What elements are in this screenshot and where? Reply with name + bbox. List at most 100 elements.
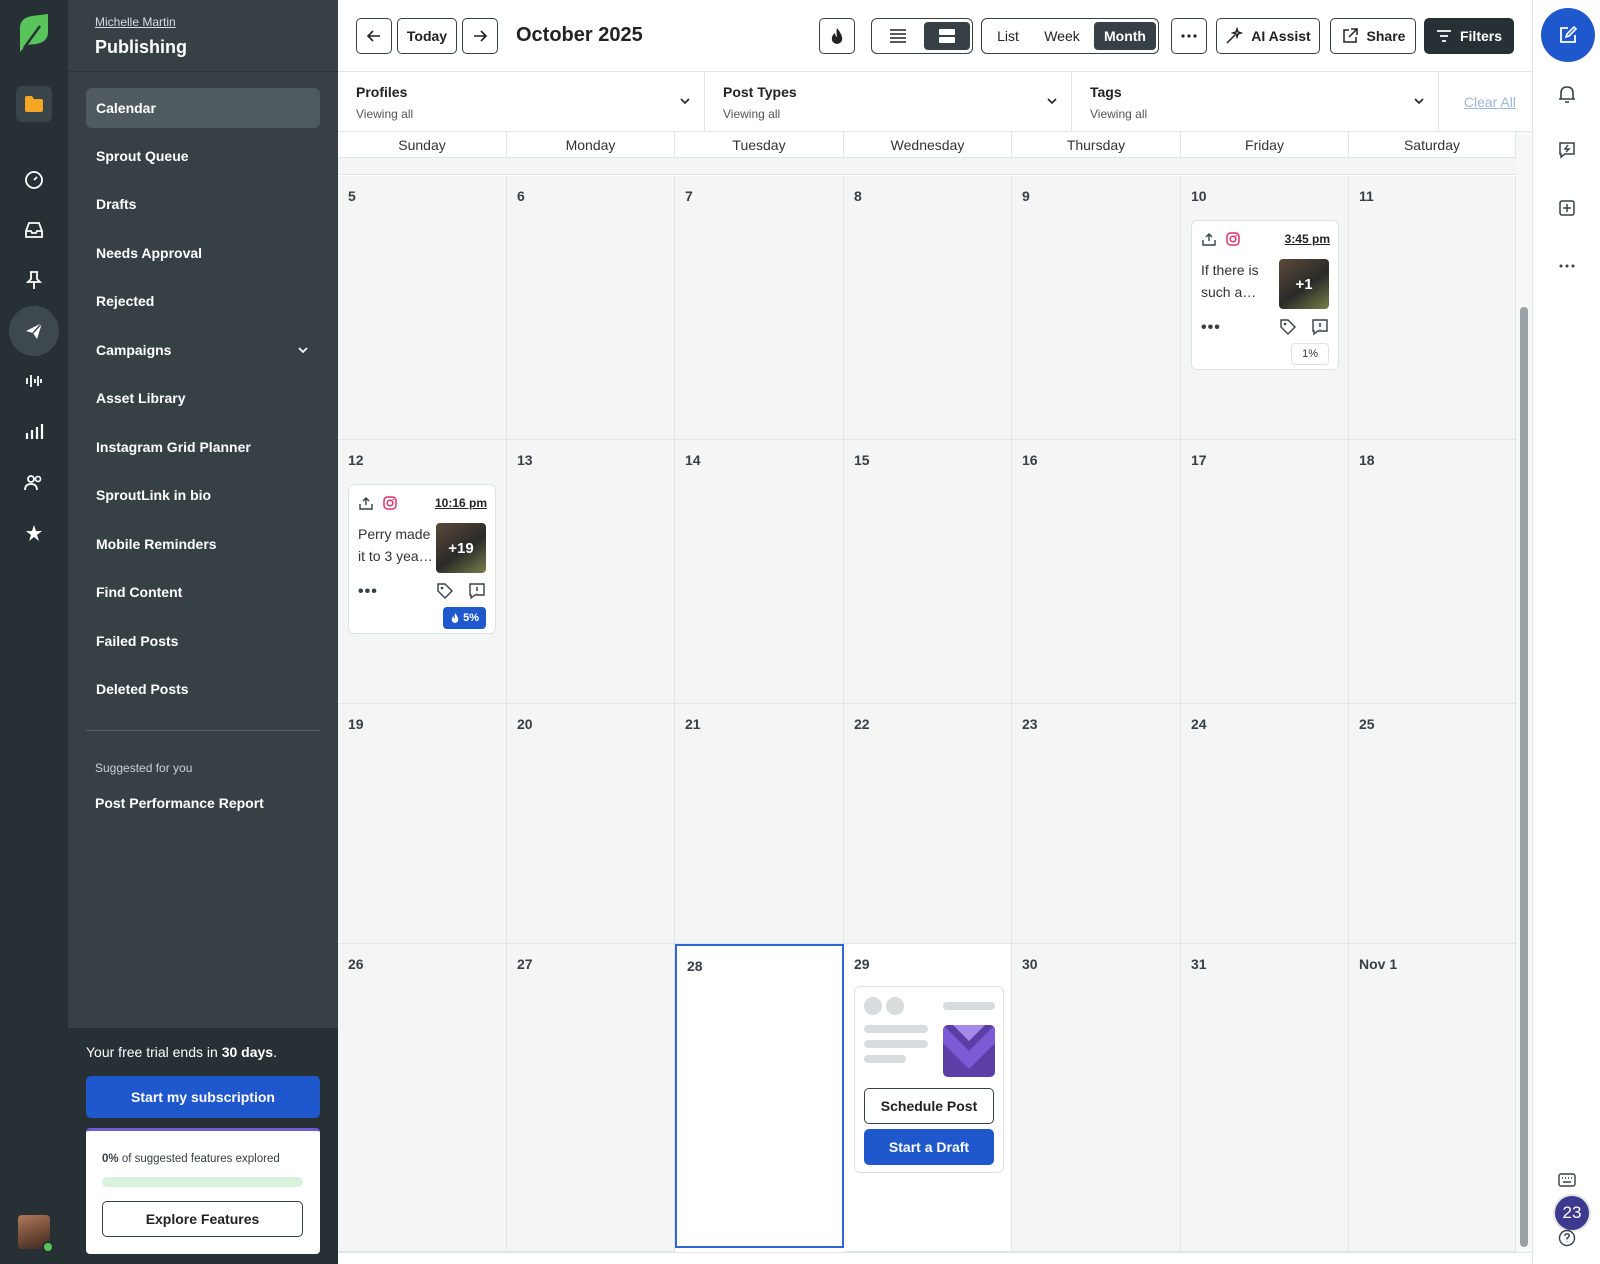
more-options-button[interactable]: [1171, 18, 1207, 54]
star-review-icon[interactable]: [9, 508, 59, 558]
optimal-times-button[interactable]: [819, 18, 855, 54]
view-month-tab[interactable]: Month: [1094, 22, 1156, 50]
folder-icon[interactable]: [16, 86, 52, 122]
weekday-label: Friday: [1181, 132, 1349, 158]
day-cell[interactable]: 16: [1012, 440, 1181, 704]
sidebar-item-sproutlink[interactable]: SproutLink in bio: [86, 475, 320, 515]
sidebar-item-deleted-posts[interactable]: Deleted Posts: [86, 669, 320, 709]
inbox-icon[interactable]: [9, 205, 59, 255]
day-cell[interactable]: 19: [338, 704, 507, 944]
day-cell[interactable]: 7: [675, 176, 844, 440]
keyboard-icon[interactable]: [1555, 1168, 1579, 1192]
post-types-filter[interactable]: Post Types Viewing all: [705, 72, 1072, 132]
post-card[interactable]: 10:16 pm Perry made it to 3 yea… +19 •••…: [348, 484, 496, 634]
add-task-icon[interactable]: [1555, 196, 1579, 220]
day-cell[interactable]: 21: [675, 704, 844, 944]
sidebar-item-post-performance-report[interactable]: Post Performance Report: [95, 795, 264, 811]
day-cell[interactable]: 14: [675, 440, 844, 704]
post-card[interactable]: 3:45 pm If there is such a… +1 ••• 1%: [1191, 220, 1339, 370]
compact-view-button[interactable]: [876, 22, 920, 50]
post-time[interactable]: 3:45 pm: [1285, 232, 1330, 246]
post-media-thumbnail[interactable]: +1: [1279, 259, 1329, 309]
feedback-icon[interactable]: [1555, 138, 1579, 162]
profiles-filter[interactable]: Profiles Viewing all: [338, 72, 705, 132]
schedule-post-button[interactable]: Schedule Post: [864, 1088, 994, 1124]
notification-badge[interactable]: 23: [1555, 1196, 1589, 1230]
day-cell[interactable]: 26: [338, 944, 507, 1252]
tag-icon[interactable]: [1279, 318, 1297, 336]
day-cell[interactable]: 10 3:45 pm If there is such a… +1 ••• 1%: [1181, 176, 1349, 440]
day-cell[interactable]: 18: [1349, 440, 1516, 704]
day-cell[interactable]: 30: [1012, 944, 1181, 1252]
pin-icon[interactable]: [9, 255, 59, 305]
people-icon[interactable]: [9, 458, 59, 508]
help-icon[interactable]: [1555, 1226, 1579, 1250]
sidebar-item-failed-posts[interactable]: Failed Posts: [86, 621, 320, 661]
audio-wave-icon[interactable]: [9, 356, 59, 406]
sidebar-item-calendar[interactable]: Calendar: [86, 88, 320, 128]
sidebar-item-needs-approval[interactable]: Needs Approval: [86, 233, 320, 273]
day-cell[interactable]: 8: [844, 176, 1012, 440]
sidebar-item-drafts[interactable]: Drafts: [86, 184, 320, 224]
more-icon[interactable]: [1555, 254, 1579, 278]
sprout-logo-icon[interactable]: [16, 14, 52, 54]
day-cell[interactable]: 22: [844, 704, 1012, 944]
today-cell[interactable]: 28: [675, 944, 844, 1248]
share-button[interactable]: Share: [1330, 18, 1416, 54]
comment-icon[interactable]: [1311, 318, 1329, 336]
ai-assist-button[interactable]: AI Assist: [1216, 18, 1320, 54]
bell-icon[interactable]: [1555, 82, 1579, 106]
view-week-tab[interactable]: Week: [1034, 22, 1090, 50]
day-cell[interactable]: 23: [1012, 704, 1181, 944]
post-time[interactable]: 10:16 pm: [435, 496, 487, 510]
day-cell[interactable]: Nov 1: [1349, 944, 1516, 1252]
day-cell[interactable]: 29 Schedule Post Start a Draft: [844, 944, 1012, 1252]
start-draft-button[interactable]: Start a Draft: [864, 1129, 994, 1165]
day-cell[interactable]: 11: [1349, 176, 1516, 440]
sidebar-item-rejected[interactable]: Rejected: [86, 281, 320, 321]
bar-chart-icon[interactable]: [9, 407, 59, 457]
day-cell[interactable]: 25: [1349, 704, 1516, 944]
tag-icon[interactable]: [436, 582, 454, 600]
next-month-button[interactable]: [462, 18, 498, 54]
filters-button[interactable]: Filters: [1424, 18, 1514, 54]
post-more-button[interactable]: •••: [358, 583, 378, 601]
day-cell[interactable]: 5: [338, 176, 507, 440]
user-name-link[interactable]: Michelle Martin: [95, 15, 176, 29]
view-list-tab[interactable]: List: [986, 22, 1030, 50]
today-button[interactable]: Today: [397, 18, 457, 54]
gauge-icon[interactable]: [9, 155, 59, 205]
tags-filter[interactable]: Tags Viewing all: [1072, 72, 1439, 132]
prev-month-button[interactable]: [356, 18, 392, 54]
day-cell[interactable]: 20: [507, 704, 675, 944]
start-subscription-button[interactable]: Start my subscription: [86, 1076, 320, 1118]
day-cell[interactable]: 9: [1012, 176, 1181, 440]
post-more-button[interactable]: •••: [1201, 319, 1221, 337]
sidebar-divider: [86, 730, 320, 731]
day-cell[interactable]: 31: [1181, 944, 1349, 1252]
explore-features-button[interactable]: Explore Features: [102, 1201, 303, 1237]
calendar-scrollbar[interactable]: [1516, 132, 1532, 1252]
sidebar-item-campaigns[interactable]: Campaigns: [86, 330, 320, 370]
sidebar-item-instagram-grid-planner[interactable]: Instagram Grid Planner: [86, 427, 320, 467]
sidebar-item-find-content[interactable]: Find Content: [86, 572, 320, 612]
day-cell[interactable]: 13: [507, 440, 675, 704]
compose-button[interactable]: [1541, 8, 1595, 62]
scrollbar-thumb[interactable]: [1520, 307, 1528, 1247]
paper-plane-icon[interactable]: [9, 306, 59, 356]
expanded-view-button[interactable]: [924, 22, 970, 50]
day-cell[interactable]: 15: [844, 440, 1012, 704]
chevron-down-icon[interactable]: [296, 343, 310, 360]
user-avatar[interactable]: [18, 1215, 54, 1253]
sidebar-item-asset-library[interactable]: Asset Library: [86, 378, 320, 418]
clear-all-link[interactable]: Clear All: [1464, 94, 1516, 110]
post-media-thumbnail[interactable]: +19: [436, 523, 486, 573]
sidebar-item-mobile-reminders[interactable]: Mobile Reminders: [86, 524, 320, 564]
day-cell[interactable]: 27: [507, 944, 675, 1252]
comment-icon[interactable]: [468, 582, 486, 600]
day-cell[interactable]: 24: [1181, 704, 1349, 944]
day-cell[interactable]: 17: [1181, 440, 1349, 704]
day-cell[interactable]: 12 10:16 pm Perry made it to 3 yea… +19 …: [338, 440, 507, 704]
day-cell[interactable]: 6: [507, 176, 675, 440]
sidebar-item-sprout-queue[interactable]: Sprout Queue: [86, 136, 320, 176]
